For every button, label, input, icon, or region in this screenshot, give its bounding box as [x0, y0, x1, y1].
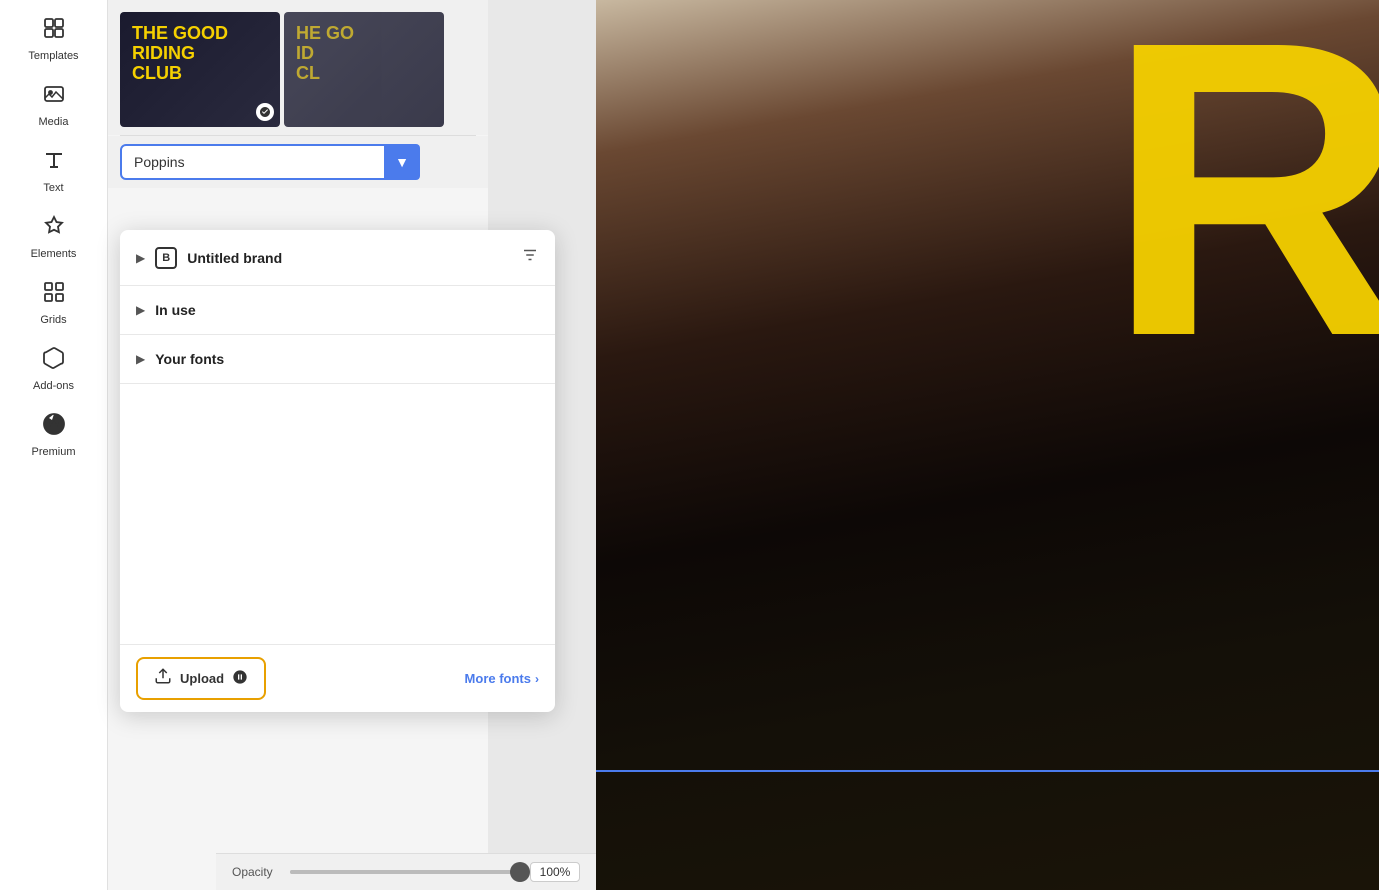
main-area: THE GOODRIDINGCLUB HE GOIDCL Poppins Rob…	[108, 0, 1379, 890]
dropdown-bottom-bar: Upload More fonts ›	[120, 644, 555, 712]
opacity-bar: Opacity 100%	[216, 853, 596, 890]
opacity-slider[interactable]	[290, 870, 520, 874]
brand-icon-untitled-brand: B	[155, 247, 177, 269]
section-left-untitled-brand: ▶ B Untitled brand	[136, 247, 282, 269]
section-left-your-fonts: ▶ Your fonts	[136, 351, 224, 367]
sidebar-item-label-templates: Templates	[28, 50, 78, 62]
text-icon	[42, 148, 66, 178]
addons-icon	[42, 346, 66, 376]
dropdown-section-header-your-fonts[interactable]: ▶ Your fonts	[120, 335, 555, 383]
dropdown-empty-space	[120, 384, 555, 644]
thumbnails-row: THE GOODRIDINGCLUB HE GOIDCL	[108, 0, 488, 135]
sidebar-item-media[interactable]: Media	[14, 74, 94, 136]
more-fonts-button[interactable]: More fonts ›	[465, 671, 539, 686]
sidebar-item-label-grids: Grids	[40, 314, 66, 326]
dropdown-section-your-fonts: ▶ Your fonts	[120, 335, 555, 384]
grids-icon	[42, 280, 66, 310]
section-title-your-fonts: Your fonts	[155, 351, 224, 367]
sidebar-item-addons[interactable]: Add-ons	[14, 338, 94, 400]
font-selector-area: Poppins Roboto Open Sans Montserrat ▼	[108, 136, 488, 188]
sidebar-item-premium[interactable]: Premium	[14, 404, 94, 466]
upload-label: Upload	[180, 671, 224, 686]
opacity-value: 100%	[530, 862, 580, 882]
elements-icon	[42, 214, 66, 244]
upload-button[interactable]: Upload	[136, 657, 266, 700]
upload-icon	[154, 667, 172, 690]
thumbnail-2[interactable]: HE GOIDCL	[284, 12, 444, 127]
opacity-slider-thumb[interactable]	[510, 862, 530, 882]
font-select[interactable]: Poppins Roboto Open Sans Montserrat	[120, 144, 420, 180]
sidebar-item-label-addons: Add-ons	[33, 380, 74, 392]
more-fonts-label: More fonts	[465, 671, 531, 686]
sidebar-item-templates[interactable]: Templates	[14, 8, 94, 70]
sidebar-item-elements[interactable]: Elements	[14, 206, 94, 268]
upload-premium-icon	[232, 669, 248, 688]
canvas-background: R	[596, 0, 1379, 890]
sidebar-item-label-elements: Elements	[31, 248, 77, 260]
chevron-right-icon-your-fonts: ▶	[136, 352, 145, 366]
thumbnail-1[interactable]: THE GOODRIDINGCLUB	[120, 12, 280, 127]
premium-icon	[42, 412, 66, 442]
section-left-in-use: ▶ In use	[136, 302, 196, 318]
section-title-untitled-brand: Untitled brand	[187, 250, 282, 266]
canvas-area: R	[596, 0, 1379, 890]
thumbnail-2-text: HE GOIDCL	[296, 24, 354, 83]
font-dropdown-panel: ▶ B Untitled brand	[120, 230, 555, 712]
thumbnail-1-text: THE GOODRIDINGCLUB	[132, 24, 228, 83]
dropdown-section-header-untitled-brand[interactable]: ▶ B Untitled brand	[120, 230, 555, 285]
dropdown-section-in-use: ▶ In use	[120, 286, 555, 335]
more-fonts-arrow-icon: ›	[535, 672, 539, 686]
font-select-wrapper: Poppins Roboto Open Sans Montserrat ▼	[120, 144, 420, 180]
sidebar-item-label-media: Media	[39, 116, 69, 128]
left-panel: THE GOODRIDINGCLUB HE GOIDCL Poppins Rob…	[108, 0, 488, 890]
canvas-yellow-r: R	[1106, 0, 1379, 400]
sidebar-item-label-text: Text	[43, 182, 63, 194]
dropdown-section-untitled-brand: ▶ B Untitled brand	[120, 230, 555, 286]
thumbnail-1-badge	[256, 103, 274, 121]
chevron-right-icon-in-use: ▶	[136, 303, 145, 317]
opacity-label: Opacity	[232, 865, 280, 879]
chevron-right-icon-untitled-brand: ▶	[136, 251, 145, 265]
filter-icon-untitled-brand[interactable]	[521, 246, 539, 269]
sidebar-item-grids[interactable]: Grids	[14, 272, 94, 334]
opacity-slider-track	[290, 870, 520, 874]
sidebar-item-text[interactable]: Text	[14, 140, 94, 202]
templates-icon	[42, 16, 66, 46]
sidebar: Templates Media Text Elements	[0, 0, 108, 890]
canvas-selection-line	[596, 770, 1379, 772]
dropdown-section-header-in-use[interactable]: ▶ In use	[120, 286, 555, 334]
sidebar-item-label-premium: Premium	[31, 446, 75, 458]
media-icon	[42, 82, 66, 112]
section-title-in-use: In use	[155, 302, 195, 318]
